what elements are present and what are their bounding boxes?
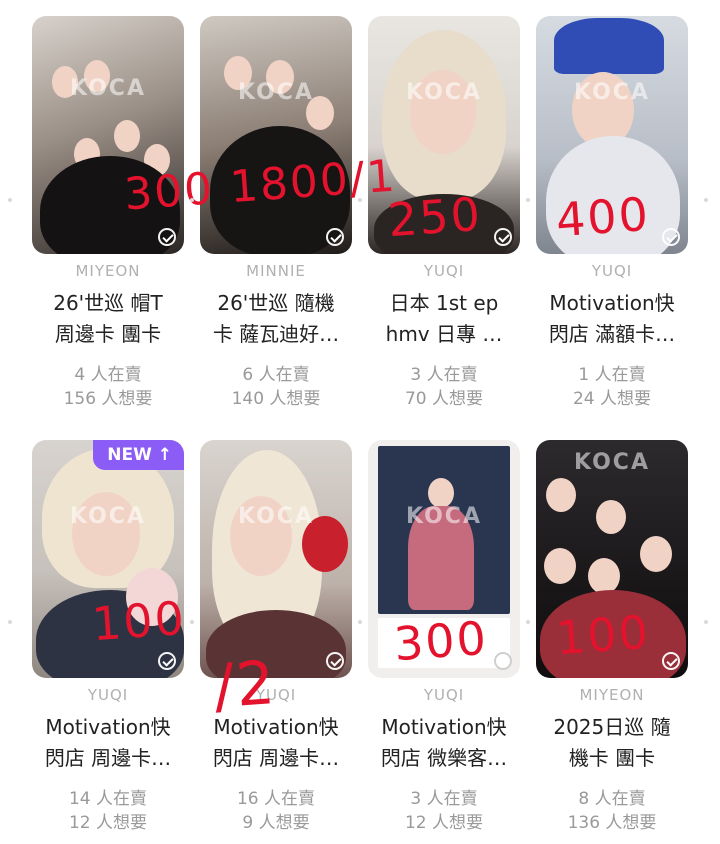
selling-count: 3 人在賣	[410, 789, 478, 809]
check-circle-icon[interactable]	[662, 652, 680, 670]
member-name: MIYEON	[579, 686, 645, 704]
photocard-item[interactable]: KOCA YUQI 日本 1st ep hmv 日專 … 3 人在賣 70 人想…	[368, 16, 536, 426]
card-title-line: 閃店 滿額卡…	[548, 322, 676, 346]
card-title-line: 卡 薩瓦迪好…	[212, 322, 340, 346]
card-title[interactable]: 26'世巡 隨機 卡 薩瓦迪好…	[200, 288, 352, 350]
card-title[interactable]: 26'世巡 帽T 周邊卡 團卡	[32, 288, 184, 350]
card-title-line: 閃店 周邊卡…	[44, 746, 172, 770]
selling-count: 4 人在賣	[74, 365, 142, 385]
card-title-line: 日本 1st ep	[389, 291, 499, 315]
wanted-count: 136 人想要	[567, 813, 657, 833]
member-name: YUQI	[255, 686, 297, 704]
photocard-item[interactable]: KOCA MIYEON 2025日巡 隨 機卡 團卡 8 人在賣 136 人想要	[536, 440, 704, 844]
watermark-text: KOCA	[574, 450, 650, 475]
selling-count: 8 人在賣	[578, 789, 646, 809]
card-photo: KOCA	[32, 16, 184, 254]
card-title-line: Motivation快	[381, 715, 507, 739]
watermark-text: KOCA	[70, 76, 146, 101]
wanted-count: 12 人想要	[68, 813, 148, 833]
wanted-count: 9 人想要	[242, 813, 310, 833]
selling-count: 3 人在賣	[410, 365, 478, 385]
card-photo: KOCA	[368, 16, 520, 254]
selling-count: 16 人在賣	[236, 789, 316, 809]
card-photo: KOCA	[536, 440, 688, 678]
check-circle-icon[interactable]	[326, 228, 344, 246]
member-name: MINNIE	[246, 262, 306, 280]
card-title-line: 26'世巡 帽T	[53, 291, 163, 315]
check-circle-icon[interactable]	[494, 652, 512, 670]
card-title[interactable]: 2025日巡 隨 機卡 團卡	[536, 712, 688, 774]
watermark-text: KOCA	[574, 80, 650, 105]
card-title[interactable]: Motivation快 閃店 周邊卡…	[32, 712, 184, 774]
photocard-item[interactable]: KOCA YUQI Motivation快 閃店 滿額卡… 1 人在賣 24 人…	[536, 16, 704, 426]
photocard-item[interactable]: KOCA MINNIE 26'世巡 隨機 卡 薩瓦迪好… 6 人在賣 140 人…	[200, 16, 368, 426]
card-photo: KOCA NEW ↑	[32, 440, 184, 678]
wanted-count: 156 人想要	[63, 389, 153, 409]
card-title[interactable]: Motivation快 閃店 滿額卡…	[536, 288, 688, 350]
card-photo: KOCA	[536, 16, 688, 254]
card-title-line: 閃店 周邊卡…	[212, 746, 340, 770]
check-circle-icon[interactable]	[494, 228, 512, 246]
check-circle-icon[interactable]	[326, 652, 344, 670]
card-title-line: Motivation快	[213, 715, 339, 739]
photocard-grid: KOCA MIYEON 26'世巡 帽T 周邊卡 團卡 4 人在賣 156 人想…	[0, 0, 720, 844]
member-name: YUQI	[423, 686, 465, 704]
check-circle-icon[interactable]	[158, 652, 176, 670]
selling-count: 14 人在賣	[68, 789, 148, 809]
card-title-line: 閃店 微樂客…	[380, 746, 508, 770]
watermark-text: KOCA	[406, 504, 482, 529]
new-badge: NEW ↑	[93, 440, 184, 470]
selling-count: 6 人在賣	[242, 365, 310, 385]
card-title[interactable]: 日本 1st ep hmv 日專 …	[368, 288, 520, 350]
member-name: YUQI	[87, 686, 129, 704]
member-name: YUQI	[423, 262, 465, 280]
card-photo: KOCA	[200, 440, 352, 678]
selling-count: 1 人在賣	[578, 365, 646, 385]
wanted-count: 70 人想要	[404, 389, 484, 409]
card-title-line: 26'世巡 隨機	[217, 291, 335, 315]
wanted-count: 140 人想要	[231, 389, 321, 409]
member-name: MIYEON	[75, 262, 141, 280]
check-circle-icon[interactable]	[662, 228, 680, 246]
photocard-item[interactable]: KOCA MIYEON 26'世巡 帽T 周邊卡 團卡 4 人在賣 156 人想…	[32, 16, 200, 426]
card-title-line: 機卡 團卡	[568, 746, 656, 770]
watermark-text: KOCA	[70, 504, 146, 529]
photocard-item[interactable]: KOCA NEW ↑ YUQI Motivation快 閃店 周邊卡… 14 人…	[32, 440, 200, 844]
card-photo: KOCA	[368, 440, 520, 678]
watermark-text: KOCA	[238, 504, 314, 529]
card-title-line: Motivation快	[45, 715, 171, 739]
check-circle-icon[interactable]	[158, 228, 176, 246]
card-photo: KOCA	[200, 16, 352, 254]
watermark-text: KOCA	[238, 80, 314, 105]
wanted-count: 24 人想要	[572, 389, 652, 409]
card-title[interactable]: Motivation快 閃店 微樂客…	[368, 712, 520, 774]
card-title[interactable]: Motivation快 閃店 周邊卡…	[200, 712, 352, 774]
card-title-line: hmv 日專 …	[385, 322, 503, 346]
wanted-count: 12 人想要	[404, 813, 484, 833]
card-title-line: Motivation快	[549, 291, 675, 315]
photocard-item[interactable]: KOCA YUQI Motivation快 閃店 周邊卡… 16 人在賣 9 人…	[200, 440, 368, 844]
card-title-line: 周邊卡 團卡	[54, 322, 162, 346]
watermark-text: KOCA	[406, 80, 482, 105]
card-title-line: 2025日巡 隨	[553, 715, 671, 739]
member-name: YUQI	[591, 262, 633, 280]
photocard-item[interactable]: KOCA YUQI Motivation快 閃店 微樂客… 3 人在賣 12 人…	[368, 440, 536, 844]
